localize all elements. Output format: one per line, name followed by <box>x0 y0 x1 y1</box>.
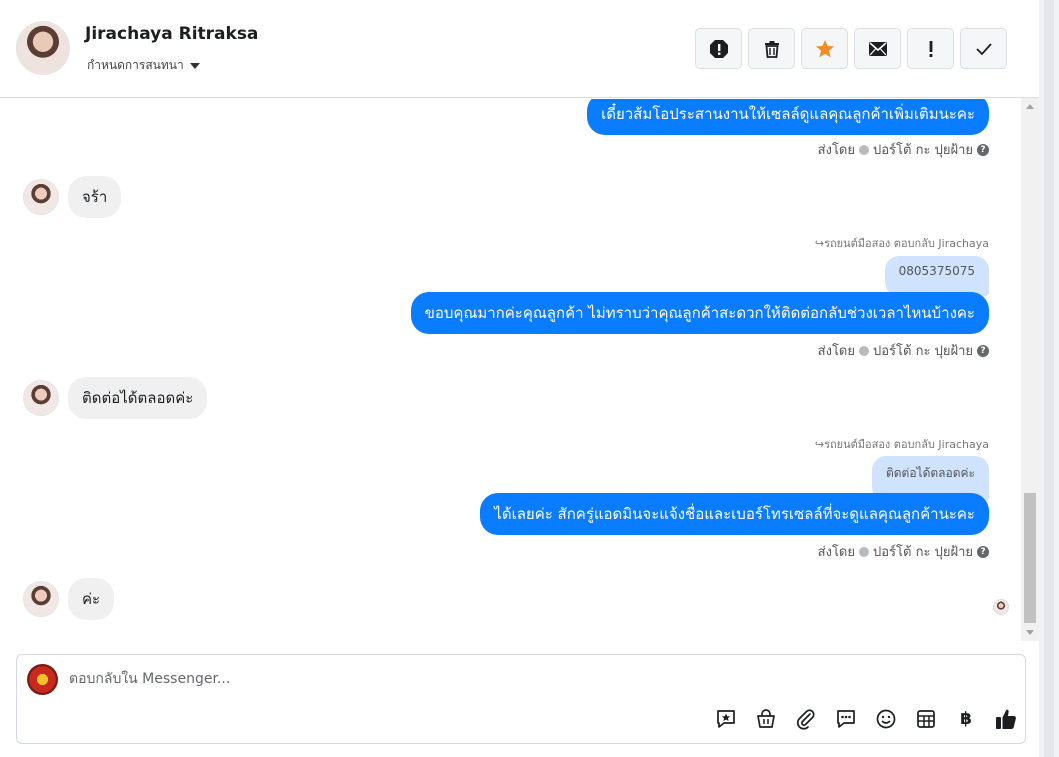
like-button[interactable] <box>993 706 1019 732</box>
contact-avatar[interactable] <box>16 21 70 75</box>
sent-by-label: ส่งโดย <box>817 344 855 359</box>
shop-button[interactable] <box>753 706 779 732</box>
emoji-icon <box>876 709 896 729</box>
chat-bubble-icon <box>837 710 855 728</box>
baht-icon[interactable]: ฿ <box>953 706 979 732</box>
delete-button[interactable] <box>748 28 795 69</box>
sent-by-label: ส่งโดย <box>817 143 855 158</box>
shop-bag-icon <box>757 709 775 728</box>
verified-icon <box>859 144 869 155</box>
trash-icon <box>764 40 779 58</box>
outgoing-message[interactable]: เดี๋ยวส้มโอประสานงานให้เซลล์ดูแลคุณลูกค้… <box>587 99 989 135</box>
attachment-icon <box>796 709 815 730</box>
scroll-up-arrow-icon[interactable] <box>1026 104 1034 109</box>
incoming-message[interactable]: ค่ะ <box>68 578 115 620</box>
saved-replies-button[interactable] <box>713 706 739 732</box>
like-icon <box>996 709 1016 729</box>
contact-avatar-small[interactable] <box>23 380 59 416</box>
thread-scrollbar[interactable] <box>1021 98 1039 641</box>
agent-name[interactable]: ปอร์โต้ กะ ปุยฝ้าย <box>873 541 973 562</box>
table-icon <box>917 710 935 728</box>
reply-context: ↪รถยนต์มือสอง ตอบกลับ Jirachaya <box>814 438 989 451</box>
mark-done-button[interactable] <box>960 28 1007 69</box>
sent-by-line: ส่งโดย ปอร์โต้ กะ ปุยฝ้าย ? <box>818 340 989 361</box>
star-icon <box>815 39 834 57</box>
exclamation-icon <box>929 40 932 57</box>
sent-by-line: ส่งโดย ปอร์โต้ กะ ปุยฝ้าย ? <box>818 541 989 562</box>
verified-icon <box>859 345 869 356</box>
messenger-inbox: Jirachaya Ritraksa กำหนดการสนทนา เดี๋ยวส… <box>0 0 1059 757</box>
envelope-icon <box>868 41 887 56</box>
check-icon <box>975 42 992 55</box>
agent-name[interactable]: ปอร์โต้ กะ ปุยฝ้าย <box>873 340 973 361</box>
incoming-message[interactable]: ติดต่อได้ตลอดค่ะ <box>68 377 208 419</box>
follow-up-button[interactable] <box>907 28 954 69</box>
sent-by-line: ส่งโดย ปอร์โต้ กะ ปุยฝ้าย ? <box>818 139 989 160</box>
page-scroll-strip <box>1039 0 1059 757</box>
spam-icon <box>709 39 728 58</box>
saved-reply-icon <box>717 710 735 728</box>
agent-name[interactable]: ปอร์โต้ กะ ปุยฝ้าย <box>873 139 973 160</box>
star-button[interactable] <box>801 28 848 69</box>
attach-button[interactable] <box>793 706 819 732</box>
contact-name[interactable]: Jirachaya Ritraksa <box>85 24 258 44</box>
message-thread: เดี๋ยวส้มโอประสานงานให้เซลล์ดูแลคุณลูกค้… <box>0 99 1021 641</box>
header-actions <box>695 28 1007 69</box>
outgoing-message[interactable]: ขอบคุณมากค่ะคุณลูกค้า ไม่ทราบว่าคุณลูกค้… <box>410 292 989 334</box>
seen-indicator-avatar <box>993 599 1009 615</box>
incoming-message[interactable]: จร้า <box>68 176 122 218</box>
sent-by-label: ส่งโดย <box>817 545 855 560</box>
page-avatar[interactable] <box>27 664 58 695</box>
reply-input[interactable] <box>69 667 869 691</box>
verified-icon <box>859 546 869 557</box>
help-icon[interactable]: ? <box>977 143 989 156</box>
incoming-message-row: ติดต่อได้ตลอดค่ะ <box>23 377 208 419</box>
composer-tools: ฿ <box>713 706 1019 732</box>
caret-down-icon <box>189 62 200 69</box>
quoted-message[interactable]: 0805375075 <box>884 256 989 296</box>
quick-reply-button[interactable] <box>833 706 859 732</box>
contact-avatar-small[interactable] <box>23 581 59 617</box>
reply-composer: ฿ <box>16 654 1026 744</box>
reply-context: ↪รถยนต์มือสอง ตอบกลับ Jirachaya <box>814 237 989 250</box>
incoming-message-row: จร้า <box>23 176 122 218</box>
emoji-button[interactable] <box>873 706 899 732</box>
scroll-thumb[interactable] <box>1024 493 1036 623</box>
mark-unread-button[interactable] <box>854 28 901 69</box>
page-scrollbar[interactable] <box>1044 0 1054 757</box>
help-icon[interactable]: ? <box>977 344 989 357</box>
assign-label: กำหนดการสนทนา <box>87 58 184 72</box>
assign-conversation-dropdown[interactable]: กำหนดการสนทนา <box>87 56 200 75</box>
outgoing-message[interactable]: ได้เลยค่ะ สักครู่แอดมินจะแจ้งชื่อและเบอร… <box>480 493 989 535</box>
mark-spam-button[interactable] <box>695 28 742 69</box>
table-button[interactable] <box>913 706 939 732</box>
conversation-header: Jirachaya Ritraksa กำหนดการสนทนา <box>0 0 1039 98</box>
scroll-down-arrow-icon[interactable] <box>1026 630 1034 635</box>
help-icon[interactable]: ? <box>977 545 989 558</box>
contact-avatar-small[interactable] <box>23 179 59 215</box>
incoming-message-row: ค่ะ <box>23 578 115 620</box>
